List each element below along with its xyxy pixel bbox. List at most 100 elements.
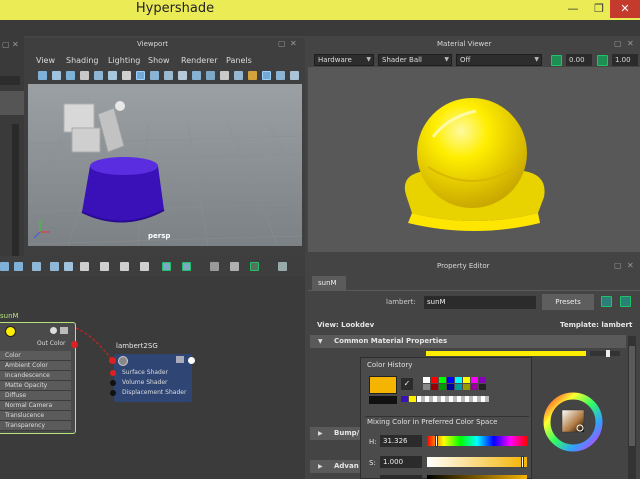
view-label[interactable]: View: Lookdev <box>317 321 374 329</box>
color-wheel[interactable] <box>540 392 606 452</box>
xray-icon[interactable] <box>276 71 285 80</box>
mv-float-icon[interactable]: ▢ <box>614 39 622 48</box>
empty-history-slots[interactable] <box>417 396 489 402</box>
attr-matte-opacity[interactable]: Matte Opacity <box>0 381 71 391</box>
viewport-menu-renderer[interactable]: Renderer <box>181 56 218 65</box>
material-node-sunM[interactable]: Out Color Color Ambient Color Incandesce… <box>0 322 78 434</box>
tab-sunM[interactable]: sunM <box>312 276 346 290</box>
viewport-menu-view[interactable]: View <box>36 56 55 65</box>
value-slider[interactable] <box>427 475 527 479</box>
history-swatch[interactable] <box>479 377 486 383</box>
viewport-float-icon[interactable]: ▢ <box>278 39 286 48</box>
attr-color[interactable]: Color <box>0 351 71 361</box>
attr-displacement-shader[interactable]: Displacement Shader <box>122 389 186 396</box>
focus-output-icon[interactable] <box>620 296 631 307</box>
color-slider-track[interactable] <box>590 351 620 356</box>
panel-close-icon[interactable]: ✕ <box>12 40 19 49</box>
focus-input-icon[interactable] <box>601 296 612 307</box>
attr-surface-shader[interactable]: Surface Shader <box>122 369 168 376</box>
pe-scrollbar[interactable] <box>628 336 636 479</box>
section-bump[interactable]: ▶ Bump/ <box>310 427 360 440</box>
snap-grid-icon[interactable] <box>230 262 239 271</box>
volume-shader-port[interactable] <box>110 380 116 386</box>
maximize-button[interactable]: ❐ <box>586 0 612 18</box>
attr-normal-camera[interactable]: Normal Camera <box>0 401 71 411</box>
attr-incandescence[interactable]: Incandescence <box>0 371 71 381</box>
grid-icon[interactable] <box>122 71 131 80</box>
value-field[interactable] <box>380 475 422 479</box>
smooth-shade-icon[interactable] <box>150 71 159 80</box>
simple-mode-icon[interactable] <box>80 262 89 271</box>
color-slider-handle[interactable] <box>606 350 610 357</box>
clear-graph-icon[interactable] <box>50 262 59 271</box>
viewport-menu-lighting[interactable]: Lighting <box>108 56 140 65</box>
history-swatch[interactable] <box>455 377 462 383</box>
history-swatch[interactable] <box>423 377 430 383</box>
hue-slider[interactable] <box>427 435 527 447</box>
geometry-dropdown[interactable]: Shader Ball ▼ <box>378 54 452 66</box>
history-swatch[interactable] <box>423 384 430 390</box>
sg-expand-icon[interactable] <box>176 356 184 363</box>
section-common-material[interactable]: ▼ Common Material Properties <box>310 335 626 348</box>
isolate-select-icon[interactable] <box>262 71 271 80</box>
sg-output-port[interactable] <box>188 357 195 364</box>
renderer-dropdown[interactable]: Hardware ▼ <box>314 54 374 66</box>
attr-volume-shader[interactable]: Volume Shader <box>122 379 167 386</box>
remove-selected-icon[interactable] <box>64 262 73 271</box>
select-camera-icon[interactable] <box>38 71 47 80</box>
hue-field[interactable]: 31.326 <box>380 435 422 447</box>
mv-close-icon[interactable]: ✕ <box>627 39 634 48</box>
graph-settings-icon[interactable] <box>278 262 287 271</box>
node-mode-icon[interactable] <box>50 327 57 334</box>
pe-scroll-thumb[interactable] <box>629 346 635 446</box>
history-swatch[interactable] <box>471 384 478 390</box>
history-swatch[interactable] <box>439 377 446 383</box>
history-swatch[interactable] <box>463 377 470 383</box>
output-connections-icon[interactable] <box>32 262 41 271</box>
2d-pan-icon[interactable] <box>94 71 103 80</box>
wireframe-on-shaded-icon[interactable] <box>164 71 173 80</box>
history-swatch[interactable] <box>447 384 454 390</box>
shading-group-node[interactable]: Surface Shader Volume Shader Displacemen… <box>109 354 195 402</box>
close-button[interactable]: ✕ <box>610 0 640 18</box>
lock-camera-icon[interactable] <box>52 71 61 80</box>
color-swatch-bar[interactable] <box>426 351 586 356</box>
surface-shader-port[interactable] <box>110 370 116 376</box>
viewport-menu-panels[interactable]: Panels <box>226 56 252 65</box>
sg-input-port[interactable] <box>109 357 116 364</box>
viewport-canvas[interactable]: persp <box>28 84 302 246</box>
anti-aliasing-icon[interactable] <box>248 71 257 80</box>
viewport-close-icon[interactable]: ✕ <box>290 39 297 48</box>
pe-float-icon[interactable]: ▢ <box>614 261 622 270</box>
motion-blur-icon[interactable] <box>234 71 243 80</box>
material-preview-canvas[interactable] <box>308 67 640 252</box>
textured-icon[interactable] <box>178 71 187 80</box>
material-name-field[interactable]: sunM <box>424 296 536 309</box>
custom-mode-icon[interactable] <box>140 262 149 271</box>
frame-all-icon[interactable] <box>162 262 171 271</box>
gamma-field[interactable]: 1.00 <box>612 54 638 66</box>
image-plane-icon[interactable] <box>80 71 89 80</box>
viewport-menu-show[interactable]: Show <box>148 56 170 65</box>
wireframe-icon[interactable] <box>136 71 145 80</box>
full-mode-icon[interactable] <box>120 262 129 271</box>
previous-color-swatch[interactable] <box>369 396 397 404</box>
history-swatch[interactable] <box>409 396 416 402</box>
template-label[interactable]: Template: lambert <box>560 321 632 329</box>
saturation-field[interactable]: 1.000 <box>380 456 422 468</box>
gamma-icon[interactable] <box>597 55 608 66</box>
history-swatch[interactable] <box>401 396 408 402</box>
attr-translucence[interactable]: Translucence <box>0 411 71 421</box>
node-editor-icon[interactable] <box>250 262 259 271</box>
exposure-field[interactable]: 0.00 <box>566 54 592 66</box>
input-output-icon[interactable] <box>14 262 23 271</box>
attr-ambient-color[interactable]: Ambient Color <box>0 361 71 371</box>
history-swatch[interactable] <box>447 377 454 383</box>
saturation-slider-handle[interactable] <box>521 456 524 468</box>
saturation-slider[interactable] <box>427 456 527 468</box>
bookmark-icon[interactable] <box>66 71 75 80</box>
xray-joints-icon[interactable] <box>290 71 299 80</box>
history-swatch[interactable] <box>431 377 438 383</box>
pe-close-icon[interactable]: ✕ <box>627 261 634 270</box>
node-expand-icon[interactable] <box>60 327 68 334</box>
